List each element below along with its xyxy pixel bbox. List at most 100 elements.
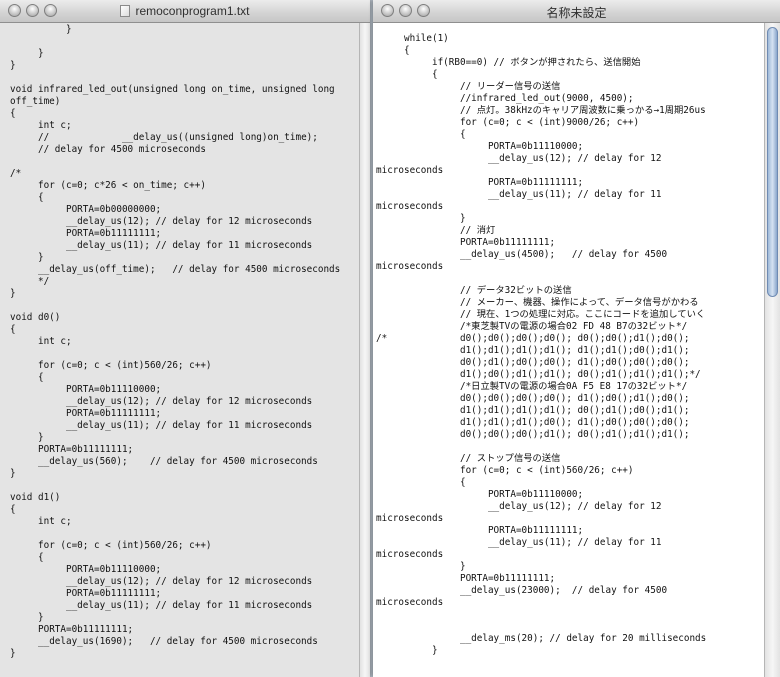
code-line: /* — [10, 168, 22, 179]
code-line: PORTA=0b11111111; — [10, 624, 134, 635]
text-editor-window-left: remoconprogram1.txt } }} void infrared_le… — [0, 0, 370, 677]
code-line: d0();d0();d0();d1(); d0();d1();d1();d1()… — [376, 429, 690, 440]
vertical-scrollbar[interactable] — [359, 23, 370, 677]
code-line: PORTA=0b11111111; — [376, 237, 556, 248]
code-line: } — [376, 645, 438, 656]
code-line: PORTA=0b00000000; — [10, 204, 162, 215]
code-text-area[interactable]: while(1) { if(RB0==0) // ボタンが押されたら、送信開始 … — [373, 23, 764, 677]
code-line: __delay_us(11); // delay for 11 microsec… — [10, 420, 313, 431]
code-line: PORTA=0b11110000; — [376, 489, 584, 500]
title-bar[interactable]: 名称未設定 — [373, 0, 780, 23]
code-line: { — [10, 192, 44, 203]
code-line: } — [10, 252, 44, 263]
code-line: __delay_us(4500); // delay for 4500 — [376, 249, 668, 260]
code-line: //infrared_led_out(9000, 4500); — [376, 93, 634, 104]
code-line: __delay_us(11); // delay for 11 — [376, 537, 662, 548]
code-line: void d0() — [10, 312, 61, 323]
text-editor-window-right: 名称未設定 while(1) { if(RB0==0) // ボタンが押されたら… — [373, 0, 780, 677]
title-bar[interactable]: remoconprogram1.txt — [0, 0, 370, 23]
code-line: int c; — [10, 516, 72, 527]
code-line: __delay_us(12); // delay for 12 microsec… — [10, 576, 313, 587]
code-line: d1();d1();d1();d1(); d1();d1();d0();d1()… — [376, 345, 690, 356]
code-line: // 消灯 — [376, 225, 496, 236]
code-line: { — [376, 69, 438, 80]
code-line: } — [10, 468, 16, 479]
code-line: PORTA=0b11111111; — [10, 444, 134, 455]
code-line: PORTA=0b11111111; — [376, 525, 584, 536]
code-line: for (c=0; c < (int)560/26; c++) — [10, 540, 212, 551]
vertical-scrollbar[interactable] — [764, 23, 780, 677]
code-line: } — [10, 24, 72, 35]
code-line: int c; — [10, 336, 72, 347]
code-line: // データ32ビットの送信 — [376, 285, 572, 296]
code-line: __delay_us(11); // delay for 11 — [376, 189, 662, 200]
code-line: d0();d0();d0();d0(); d1();d0();d1();d0()… — [376, 393, 690, 404]
code-line: __delay_us(1690); // delay for 4500 micr… — [10, 636, 318, 647]
code-line: PORTA=0b11111111; — [10, 228, 162, 239]
code-line: // delay for 4500 microseconds — [10, 144, 206, 155]
code-line: PORTA=0b11110000; — [10, 384, 162, 395]
code-line: } — [376, 213, 466, 224]
code-line: void infrared_led_out(unsigned long on_t… — [10, 84, 335, 95]
code-line: /* d0();d0();d0();d0(); d0();d0();d1();d… — [376, 333, 690, 344]
code-line: PORTA=0b11111111; — [10, 408, 162, 419]
scrollbar-thumb[interactable] — [767, 27, 778, 297]
code-line: // 現在、1つの処理に対応。ここにコードを追加していく — [376, 309, 706, 320]
code-line: for (c=0; c < (int)560/26; c++) — [10, 360, 212, 371]
code-line: while(1) — [376, 33, 449, 44]
window-title: 名称未設定 — [546, 6, 607, 20]
code-line: */ — [10, 276, 50, 287]
code-line: /*日立製TVの電源の場合0A F5 E8 17の32ビット*/ — [376, 381, 688, 392]
code-text-area[interactable]: } }} void infrared_led_out(unsigned long … — [0, 23, 359, 677]
code-line: for (c=0; c < (int)560/26; c++) — [376, 465, 634, 476]
code-line: microseconds — [376, 165, 444, 176]
code-line: __delay_ms(20); // delay for 20 millisec… — [376, 633, 707, 644]
code-line: microseconds — [376, 201, 444, 212]
code-line: __delay_us(off_time); // delay for 4500 … — [10, 264, 341, 275]
code-line: { — [10, 552, 44, 563]
code-line: { — [376, 477, 466, 488]
code-line: { — [376, 129, 466, 140]
code-line: for (c=0; c < (int)9000/26; c++) — [376, 117, 640, 128]
code-line: microseconds — [376, 261, 444, 272]
code-line: off_time) — [10, 96, 61, 107]
code-line: } — [10, 60, 16, 71]
code-line: // __delay_us((unsigned long)on_time); — [10, 132, 318, 143]
code-line: { — [10, 108, 16, 119]
code-line: __delay_us(11); // delay for 11 microsec… — [10, 600, 313, 611]
code-line: } — [10, 48, 44, 59]
code-line: } — [10, 288, 16, 299]
code-line: // メーカー、機器、操作によって、データ信号がかわる — [376, 297, 699, 308]
code-line: PORTA=0b11110000; — [376, 141, 584, 152]
code-line: d0();d1();d0();d0(); d1();d0();d0();d0()… — [376, 357, 690, 368]
document-icon — [120, 5, 131, 17]
code-line: microseconds — [376, 513, 444, 524]
code-line: __delay_us(23000); // delay for 4500 — [376, 585, 668, 596]
code-line: int c; — [10, 120, 72, 131]
code-line: __delay_us(12); // delay for 12 — [376, 501, 662, 512]
window-title-text: remoconprogram1.txt — [135, 4, 250, 18]
code-line: PORTA=0b11111111; — [376, 177, 584, 188]
code-line: void d1() — [10, 492, 61, 503]
code-line: } — [10, 648, 16, 659]
code-line: __delay_us(12); // delay for 12 — [376, 153, 662, 164]
code-line: } — [376, 561, 466, 572]
code-line: PORTA=0b11110000; — [10, 564, 162, 575]
window-title: remoconprogram1.txt — [0, 4, 370, 18]
code-line: { — [10, 504, 16, 515]
code-line: { — [10, 324, 16, 335]
code-line: for (c=0; c*26 < on_time; c++) — [10, 180, 206, 191]
code-line: if(RB0==0) // ボタンが押されたら、送信開始 — [376, 57, 641, 68]
code-line: __delay_us(11); // delay for 11 microsec… — [10, 240, 313, 251]
code-line: // 点灯。38kHzのキャリア周波数に乗っかる→1周期26us — [376, 105, 706, 116]
code-line: PORTA=0b11111111; — [376, 573, 556, 584]
code-line: // リーダー信号の送信 — [376, 81, 561, 92]
code-line: } — [10, 612, 44, 623]
code-line: PORTA=0b11111111; — [10, 588, 162, 599]
code-line: d1();d1();d1();d0(); d1();d0();d0();d0()… — [376, 417, 690, 428]
code-line: // ストップ信号の送信 — [376, 453, 561, 464]
code-line: d1();d1();d1();d1(); d0();d1();d0();d1()… — [376, 405, 690, 416]
code-line: /*東芝製TVの電源の場合02 FD 48 B7の32ビット*/ — [376, 321, 688, 332]
code-line: { — [376, 45, 410, 56]
code-line: __delay_us(12); // delay for 12 microsec… — [10, 396, 313, 407]
